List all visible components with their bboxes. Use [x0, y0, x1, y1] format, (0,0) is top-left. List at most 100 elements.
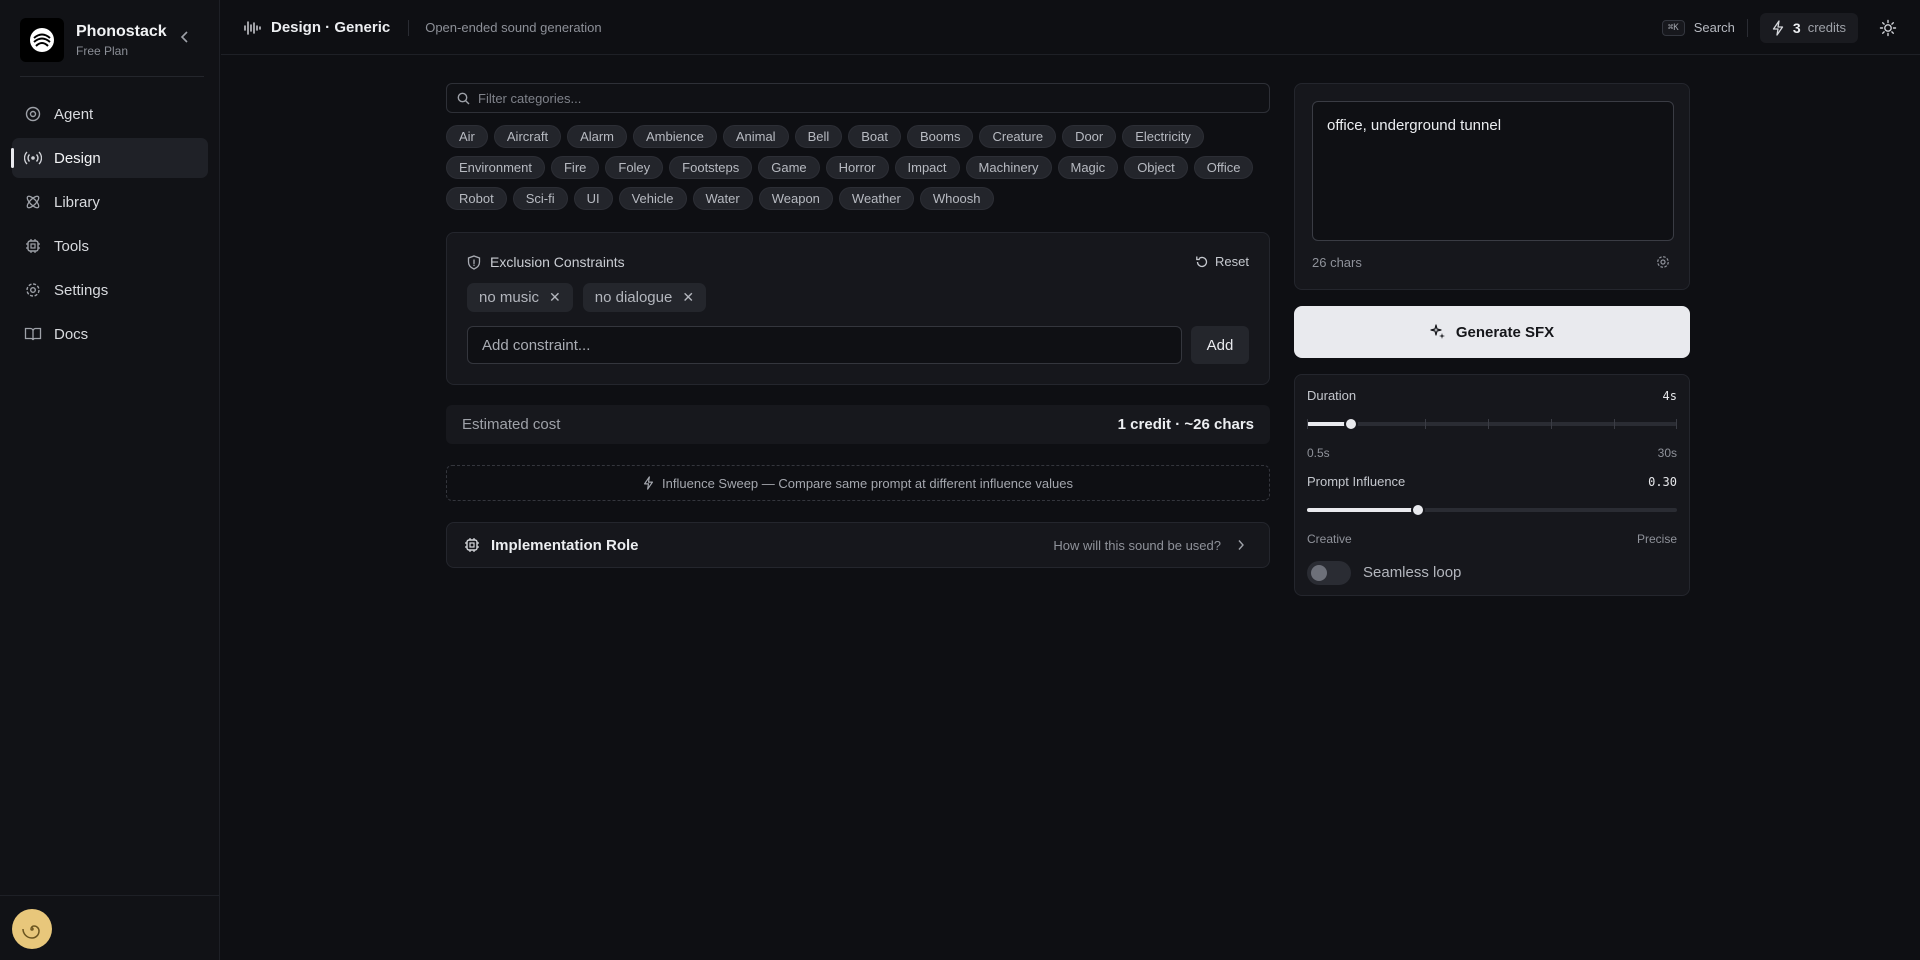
sidebar-item-docs[interactable]: Docs — [12, 314, 208, 354]
category-chip-sci-fi[interactable]: Sci-fi — [512, 187, 568, 210]
category-chip-machinery[interactable]: Machinery — [965, 156, 1052, 179]
sun-icon — [1879, 19, 1897, 36]
category-chip-water[interactable]: Water — [692, 187, 753, 210]
gear-icon — [24, 281, 42, 299]
collapse-sidebar-button[interactable] — [176, 28, 194, 46]
sidebar-item-design[interactable]: Design — [11, 138, 208, 178]
influence-slider-thumb[interactable] — [1411, 503, 1425, 517]
category-chip-magic[interactable]: Magic — [1057, 156, 1119, 179]
sidebar-item-label: Design — [54, 149, 101, 167]
page-subtitle: Open-ended sound generation — [425, 20, 602, 35]
category-chip-whoosh[interactable]: Whoosh — [919, 187, 994, 210]
duration-slider-thumb[interactable] — [1344, 417, 1358, 431]
category-chip-impact[interactable]: Impact — [894, 156, 960, 179]
credits-badge[interactable]: 3 credits — [1759, 12, 1858, 43]
remove-tag-icon[interactable]: ✕ — [682, 289, 694, 306]
duration-min-label: 0.5s — [1307, 446, 1330, 460]
category-chip-ui[interactable]: UI — [573, 187, 613, 210]
category-chip-environment[interactable]: Environment — [446, 156, 545, 179]
brand[interactable]: Phonostack Free Plan — [20, 18, 167, 62]
brand-name: Phonostack — [76, 22, 167, 40]
duration-slider[interactable] — [1307, 417, 1677, 431]
sidebar-item-label: Docs — [54, 325, 89, 343]
reset-button[interactable]: Reset — [1195, 254, 1249, 269]
sidebar-item-library[interactable]: Library — [12, 182, 208, 222]
slider-tick — [1551, 419, 1552, 429]
category-chip-robot[interactable]: Robot — [446, 187, 507, 210]
category-chip-footsteps[interactable]: Footsteps — [669, 156, 753, 179]
sidebar-bottom-divider — [0, 895, 220, 896]
constraint-tags: no music ✕ no dialogue ✕ — [467, 283, 716, 312]
remove-tag-icon[interactable]: ✕ — [549, 289, 561, 306]
gear-icon[interactable] — [1655, 254, 1671, 270]
seamless-loop-toggle[interactable] — [1307, 561, 1351, 585]
search-button[interactable]: ⌘K Search — [1661, 19, 1735, 36]
category-chip-bell[interactable]: Bell — [794, 125, 843, 148]
category-chip-horror[interactable]: Horror — [825, 156, 889, 179]
influence-slider[interactable] — [1307, 503, 1677, 517]
sidebar: Phonostack Free Plan Agent Design Librar… — [0, 0, 220, 960]
category-chip-office[interactable]: Office — [1193, 156, 1254, 179]
generation-settings-card: Duration 4s 0.5s 30s Prompt Influence 0.… — [1294, 374, 1690, 596]
slider-tick — [1425, 419, 1426, 429]
sidebar-item-label: Settings — [54, 281, 109, 299]
category-chip-weather[interactable]: Weather — [838, 187, 914, 210]
category-chip-vehicle[interactable]: Vehicle — [618, 187, 687, 210]
generate-label: Generate SFX — [1455, 323, 1555, 341]
slider-tick — [1307, 419, 1308, 429]
lightning-icon — [644, 476, 654, 490]
sparkles-icon — [1430, 324, 1445, 339]
constraint-tag-label: no music — [479, 289, 540, 306]
header-divider — [1746, 18, 1748, 37]
influence-slider-fill — [1307, 508, 1418, 512]
category-chip-weapon[interactable]: Weapon — [758, 187, 833, 210]
reset-label: Reset — [1215, 254, 1249, 269]
constraint-tag: no music ✕ — [467, 283, 573, 312]
category-chip-electricity[interactable]: Electricity — [1122, 125, 1204, 148]
category-chip-booms[interactable]: Booms — [907, 125, 974, 148]
category-chip-ambience[interactable]: Ambience — [633, 125, 717, 148]
brand-logo-icon — [20, 18, 64, 62]
agent-icon — [24, 105, 42, 123]
estimated-cost-bar: Estimated cost 1 credit · ~26 chars — [446, 405, 1270, 444]
avatar[interactable] — [12, 909, 52, 949]
theme-toggle-button[interactable] — [1878, 18, 1898, 38]
category-chip-alarm[interactable]: Alarm — [567, 125, 628, 148]
exclusion-title: Exclusion Constraints — [490, 254, 625, 270]
chip-icon — [463, 536, 481, 554]
rotate-icon — [1196, 256, 1208, 267]
category-chip-object[interactable]: Object — [1124, 156, 1188, 179]
category-filter[interactable] — [446, 83, 1270, 113]
add-constraint-input[interactable] — [467, 326, 1182, 364]
chip-icon — [24, 237, 42, 255]
slider-tick — [1676, 419, 1677, 429]
category-chip-fire[interactable]: Fire — [550, 156, 600, 179]
category-chip-door[interactable]: Door — [1062, 125, 1117, 148]
generate-sfx-button[interactable]: Generate SFX — [1294, 306, 1690, 358]
category-chip-foley[interactable]: Foley — [605, 156, 664, 179]
influence-label: Prompt Influence — [1307, 474, 1406, 489]
category-chip-air[interactable]: Air — [446, 125, 488, 148]
sidebar-item-tools[interactable]: Tools — [12, 226, 208, 266]
search-label: Search — [1693, 20, 1735, 35]
char-count: 26 chars — [1312, 255, 1362, 270]
filter-input[interactable] — [478, 90, 1238, 106]
category-chip-boat[interactable]: Boat — [848, 125, 902, 148]
sidebar-item-settings[interactable]: Settings — [12, 270, 208, 310]
influence-sweep-button[interactable]: Influence Sweep — Compare same prompt at… — [446, 465, 1270, 501]
prompt-textarea[interactable] — [1312, 101, 1674, 241]
credits-count: 3 — [1792, 19, 1801, 36]
add-constraint-button[interactable]: Add — [1191, 326, 1249, 364]
constraint-tag-label: no dialogue — [594, 289, 673, 306]
implementation-role-row[interactable]: Implementation Role How will this sound … — [446, 522, 1270, 568]
search-icon — [457, 92, 470, 104]
category-chip-aircraft[interactable]: Aircraft — [493, 125, 562, 148]
shield-icon — [467, 254, 481, 270]
category-chip-game[interactable]: Game — [758, 156, 820, 179]
chevron-left-icon — [180, 31, 188, 43]
implementation-title: Implementation Role — [491, 536, 639, 554]
category-chip-animal[interactable]: Animal — [722, 125, 789, 148]
sidebar-item-agent[interactable]: Agent — [12, 94, 208, 134]
category-chip-creature[interactable]: Creature — [979, 125, 1057, 148]
influence-max-label: Precise — [1636, 532, 1677, 546]
